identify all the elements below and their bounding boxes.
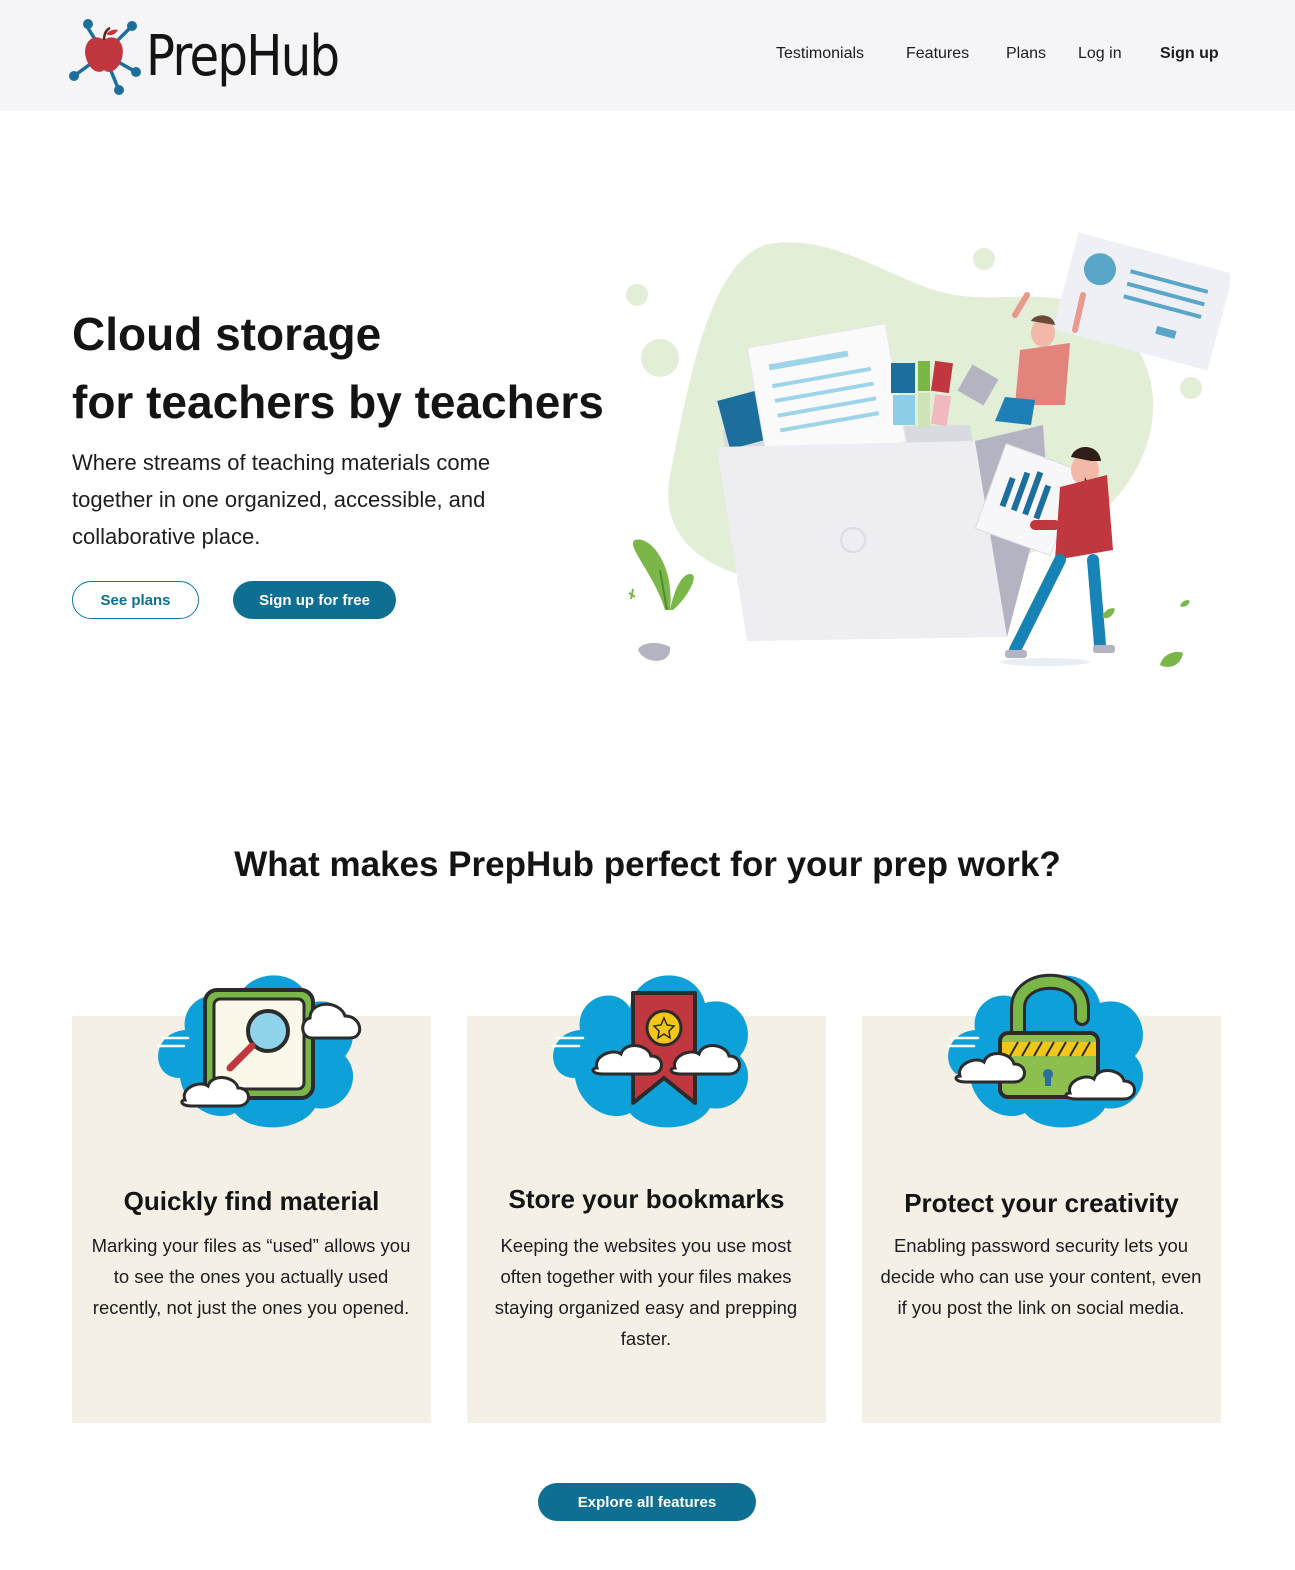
explore-features-button[interactable]: Explore all features bbox=[538, 1483, 756, 1521]
nav-plans[interactable]: Plans bbox=[1006, 45, 1046, 63]
padlock-cloud-icon bbox=[946, 958, 1144, 1128]
feature-text-find: Marking your files as “used” allows you … bbox=[91, 1235, 411, 1318]
site-header: PrepHub Testimonials Features Plans Log … bbox=[0, 0, 1295, 111]
see-plans-button[interactable]: See plans bbox=[72, 581, 199, 619]
hero-title: Cloud storage for teachers by teachers bbox=[72, 300, 604, 436]
hero-title-line-1: Cloud storage bbox=[72, 308, 382, 360]
nav-signup[interactable]: Sign up bbox=[1160, 45, 1219, 63]
bookmark-cloud-icon bbox=[551, 958, 749, 1128]
nav-features[interactable]: Features bbox=[906, 45, 969, 63]
features-heading: What makes PrepHub perfect for your prep… bbox=[234, 845, 1061, 884]
feature-text-protect: Enabling password security lets you deci… bbox=[880, 1235, 1202, 1318]
hero-title-line-2: for teachers by teachers bbox=[72, 376, 604, 428]
feature-text-bookmarks: Keeping the websites you use most often … bbox=[494, 1235, 798, 1349]
feature-title-protect: Protect your creativity bbox=[904, 1188, 1179, 1218]
signup-free-button[interactable]: Sign up for free bbox=[233, 581, 396, 619]
feature-title-bookmarks: Store your bookmarks bbox=[508, 1184, 785, 1214]
nav-testimonials[interactable]: Testimonials bbox=[776, 45, 864, 63]
magnifier-cloud-icon bbox=[156, 958, 361, 1128]
hero-subtitle: Where streams of teaching materials come… bbox=[72, 450, 491, 549]
nav-login[interactable]: Log in bbox=[1078, 45, 1122, 63]
top-nav: Testimonials Features Plans Log in Sign … bbox=[0, 45, 1295, 69]
feature-title-find: Quickly find material bbox=[123, 1186, 380, 1216]
people-filing-documents-illustration bbox=[626, 232, 1230, 667]
